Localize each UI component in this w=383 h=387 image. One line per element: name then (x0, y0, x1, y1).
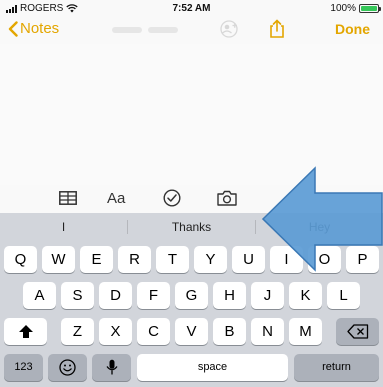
camera-icon[interactable] (217, 190, 237, 206)
key-b[interactable]: B (213, 318, 246, 345)
microphone-icon (105, 359, 118, 375)
nav-icons (218, 19, 286, 39)
key-m[interactable]: M (289, 318, 322, 345)
back-button[interactable]: Notes (8, 20, 59, 37)
delete-icon (346, 324, 368, 339)
faded-title (112, 24, 182, 38)
key-w[interactable]: W (42, 246, 75, 273)
numbers-key[interactable]: 123 (4, 354, 43, 381)
key-f[interactable]: F (137, 282, 170, 309)
clock: 7:52 AM (172, 3, 211, 14)
key-l[interactable]: L (327, 282, 360, 309)
table-icon[interactable] (59, 191, 77, 205)
key-q[interactable]: Q (4, 246, 37, 273)
chevron-left-icon (8, 20, 18, 37)
key-n[interactable]: N (251, 318, 284, 345)
key-row-4: 123 space return (0, 354, 383, 381)
key-t[interactable]: T (156, 246, 189, 273)
key-row-3: Z X C V B N M (0, 318, 383, 345)
key-v[interactable]: V (175, 318, 208, 345)
microphone-key[interactable] (92, 354, 131, 381)
shift-icon (18, 325, 33, 338)
key-row-2: A S D F G H J K L (0, 282, 383, 309)
done-button[interactable]: Done (335, 21, 370, 37)
delete-key[interactable] (336, 318, 379, 345)
return-key[interactable]: return (294, 354, 379, 381)
share-icon[interactable] (268, 19, 286, 39)
checklist-icon[interactable] (163, 189, 181, 207)
back-label: Notes (20, 20, 60, 37)
key-c[interactable]: C (137, 318, 170, 345)
key-s[interactable]: S (61, 282, 94, 309)
key-g[interactable]: G (175, 282, 208, 309)
nav-bar: Notes Done (0, 18, 383, 44)
key-j[interactable]: J (251, 282, 284, 309)
prediction-1[interactable]: I (0, 213, 127, 241)
key-k[interactable]: K (289, 282, 322, 309)
key-x[interactable]: X (99, 318, 132, 345)
prediction-2[interactable]: Thanks (128, 213, 255, 241)
key-r[interactable]: R (118, 246, 151, 273)
note-body[interactable] (0, 44, 383, 185)
key-u[interactable]: U (232, 246, 265, 273)
key-a[interactable]: A (23, 282, 56, 309)
collaborate-icon[interactable] (218, 20, 240, 38)
emoji-key[interactable] (48, 354, 87, 381)
emoji-icon (59, 359, 76, 376)
arrow-annotation (262, 166, 383, 272)
key-d[interactable]: D (99, 282, 132, 309)
battery-icon (359, 4, 381, 13)
shift-key[interactable] (4, 318, 47, 345)
status-right: 100% (330, 3, 381, 14)
key-z[interactable]: Z (61, 318, 94, 345)
key-h[interactable]: H (213, 282, 246, 309)
key-e[interactable]: E (80, 246, 113, 273)
battery-percent: 100% (330, 3, 356, 14)
notes-screen: ROGERS 7:52 AM 100% Notes Done Aa I Than… (0, 0, 383, 387)
status-bar: ROGERS 7:52 AM 100% (0, 0, 383, 18)
format-text-button[interactable]: Aa (107, 190, 125, 207)
key-y[interactable]: Y (194, 246, 227, 273)
space-key[interactable]: space (137, 354, 288, 381)
